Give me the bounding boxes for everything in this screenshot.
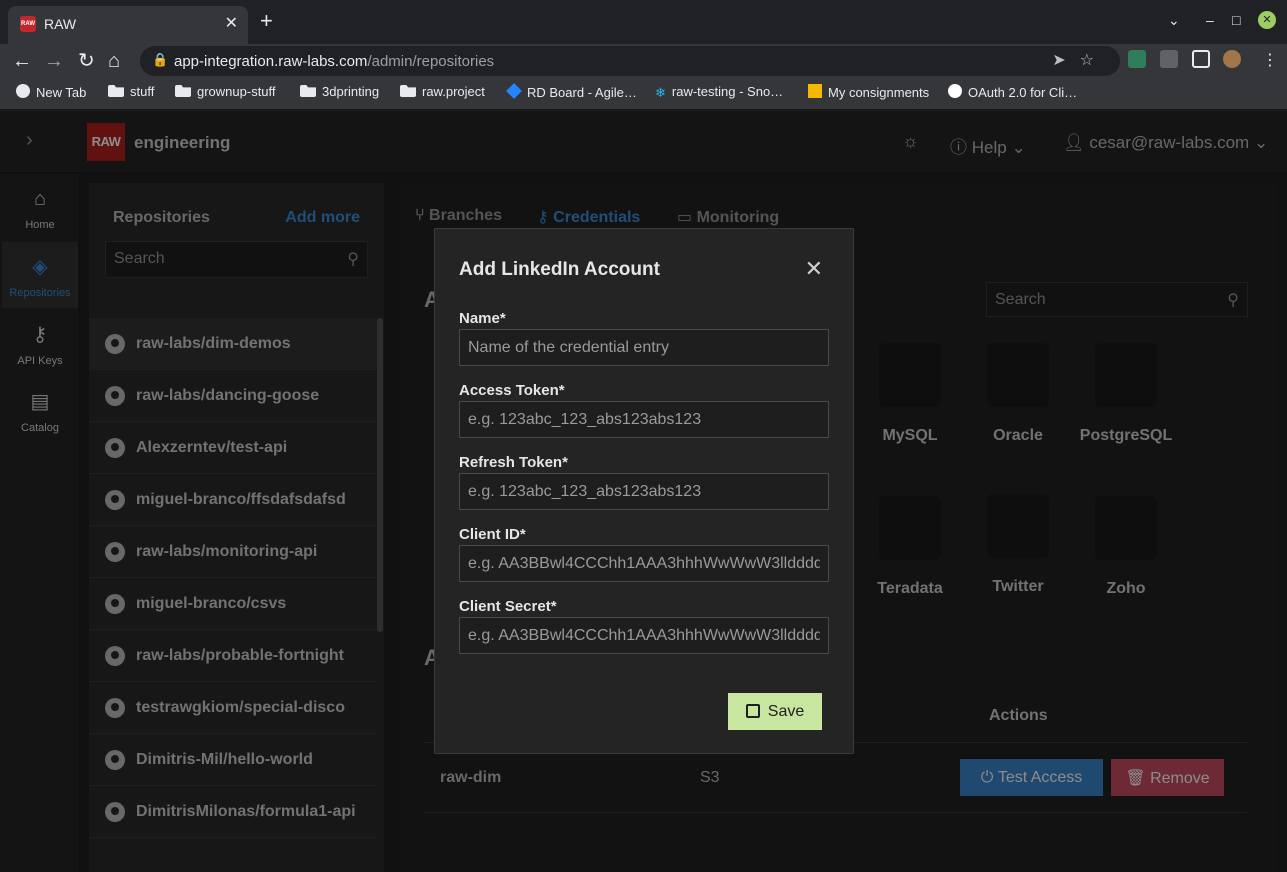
refresh-token-label: Refresh Token*	[459, 454, 568, 471]
url-text: app-integration.raw-labs.com/admin/repos…	[174, 53, 495, 70]
maximize-icon[interactable]: □	[1232, 12, 1240, 28]
folder-icon	[175, 85, 191, 97]
access-token-field[interactable]	[459, 401, 829, 438]
client-secret-field[interactable]	[459, 617, 829, 654]
bookmarks-bar: New Tab stuff grownup-stuff 3dprinting r…	[0, 78, 1287, 110]
save-icon	[745, 703, 760, 718]
client-id-field[interactable]	[459, 545, 829, 582]
browser-toolbar: ← → ↻ ⌂ 🔒 app-integration.raw-labs.com/a…	[0, 44, 1287, 78]
sidepanel-icon[interactable]	[1192, 50, 1210, 68]
name-field[interactable]	[459, 329, 829, 366]
folder-icon	[300, 85, 316, 97]
globe-icon	[16, 84, 30, 98]
close-tab-icon[interactable]: ✕	[225, 13, 238, 33]
chevron-down-icon[interactable]: ⌄	[1168, 12, 1180, 29]
bookmark-consignments[interactable]: My consignments	[808, 84, 929, 100]
reload-icon[interactable]: ↻	[78, 48, 95, 74]
tab-title: RAW	[44, 16, 77, 32]
access-token-label: Access Token*	[459, 382, 565, 399]
folder-icon	[400, 85, 416, 97]
add-linkedin-modal: Add LinkedIn Account ✕ Name* Access Toke…	[434, 228, 854, 754]
google-icon	[948, 84, 962, 98]
lock-icon: 🔒	[152, 52, 169, 67]
bookmark-rd-board[interactable]: RD Board - Agile…	[506, 83, 637, 100]
puzzle-icon[interactable]	[1160, 50, 1178, 68]
extension-s-icon[interactable]	[1128, 50, 1146, 68]
refresh-token-field[interactable]	[459, 473, 829, 510]
bookmark-folder[interactable]: grownup-stuff	[175, 84, 276, 99]
save-button[interactable]: Save	[728, 693, 822, 730]
browser-tab-strip: RAW RAW ✕ + ⌄ – □ ✕	[0, 0, 1287, 44]
bookmark-folder[interactable]: raw.project	[400, 84, 485, 99]
bookmark-new-tab[interactable]: New Tab	[16, 84, 86, 100]
bookmark-folder[interactable]: 3dprinting	[300, 84, 379, 99]
bookmark-oauth[interactable]: OAuth 2.0 for Cli…	[948, 84, 1077, 100]
raw-favicon-icon: RAW	[20, 16, 36, 32]
forward-icon[interactable]: →	[44, 48, 64, 74]
modal-title: Add LinkedIn Account	[459, 259, 660, 280]
client-id-label: Client ID*	[459, 526, 526, 543]
bookmark-folder[interactable]: stuff	[108, 84, 154, 99]
close-window-icon[interactable]: ✕	[1258, 11, 1276, 29]
share-star-icons[interactable]: ➤☆	[1052, 50, 1108, 70]
browser-tab[interactable]: RAW RAW ✕	[8, 6, 248, 44]
menu-icon[interactable]: ⋮	[1262, 48, 1278, 74]
address-bar[interactable]: 🔒 app-integration.raw-labs.com/admin/rep…	[140, 46, 1120, 76]
home-icon[interactable]: ⌂	[108, 48, 120, 74]
folder-icon	[108, 85, 124, 97]
consignment-icon	[808, 84, 822, 98]
client-secret-label: Client Secret*	[459, 598, 557, 615]
close-icon[interactable]: ✕	[805, 256, 823, 282]
minimize-icon[interactable]: –	[1206, 12, 1214, 28]
new-tab-icon[interactable]: +	[260, 10, 273, 32]
bookmark-raw-testing[interactable]: ❄ raw-testing - Sno…	[655, 84, 783, 101]
jira-icon	[506, 83, 522, 99]
snowflake-icon: ❄	[655, 85, 666, 100]
back-icon[interactable]: ←	[12, 48, 32, 74]
avatar[interactable]	[1223, 50, 1241, 68]
name-label: Name*	[459, 310, 506, 327]
